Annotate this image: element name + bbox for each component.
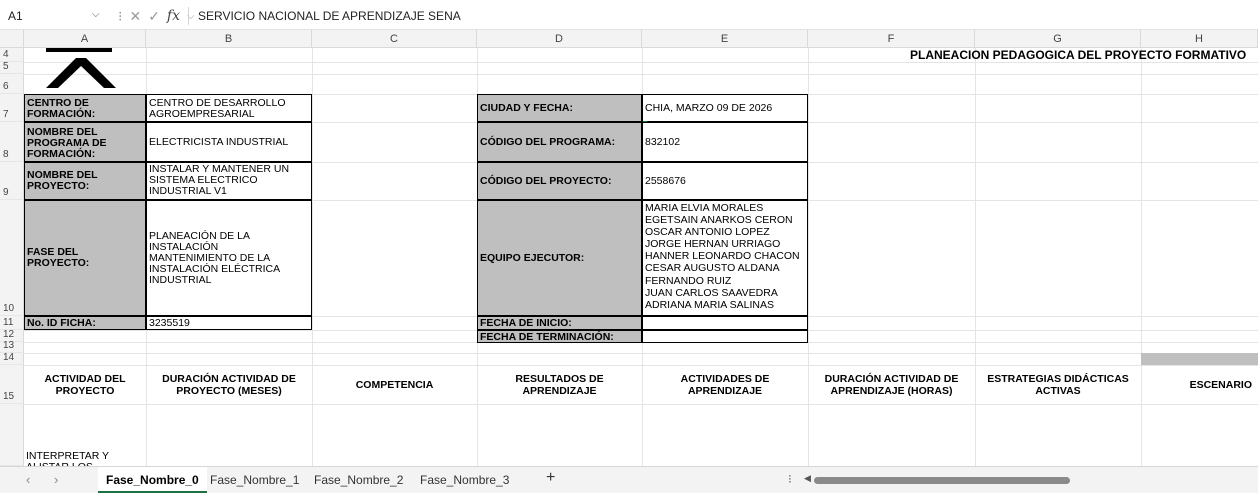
ficha-value[interactable]: 3235519 <box>146 316 312 330</box>
equipo-label[interactable]: EQUIPO EJECUTOR: <box>477 200 642 316</box>
ciudad-value[interactable]: CHIA, MARZO 09 DE 2026 <box>642 94 808 122</box>
fase-value[interactable]: PLANEACIÓN DE LA INSTALACIÓN MANTENIMIEN… <box>146 200 312 316</box>
more-icon[interactable]: ⁝ <box>118 8 122 25</box>
equipo-member: JORGE HERNAN URRIAGO <box>645 238 781 251</box>
tab-prev-icon[interactable]: ‹ <box>26 472 30 487</box>
ficha-label[interactable]: No. ID FICHA: <box>24 316 146 330</box>
programa-value[interactable]: ELECTRICISTA INDUSTRIAL <box>146 122 312 162</box>
codigo-programa-label[interactable]: CÓDIGO DEL PROGRAMA: <box>477 122 642 162</box>
logo-bar <box>46 48 112 52</box>
equipo-member: ADRIANA MARIA SALINAS <box>645 298 774 311</box>
name-box[interactable]: A1 ⌵ <box>2 6 110 26</box>
programa-label[interactable]: NOMBRE DEL PROGRAMA DE FORMACIÓN: <box>24 122 146 162</box>
horizontal-scrollbar[interactable] <box>814 477 1070 484</box>
tab-fase-nombre-0[interactable]: Fase_Nombre_0 <box>98 467 207 493</box>
row-header-15[interactable]: 15 <box>0 365 24 404</box>
row-header-14[interactable]: 14 <box>0 352 24 365</box>
table-header-actividad-proyecto[interactable]: ACTIVIDAD DEL PROYECTO <box>24 365 146 404</box>
equipo-member: OSCAR ANTONIO LOPEZ <box>645 226 770 239</box>
gridline <box>24 404 1258 405</box>
select-all-corner[interactable] <box>0 30 24 48</box>
fase-label[interactable]: FASE DEL PROYECTO: <box>24 200 146 316</box>
fecha-inicio-label[interactable]: FECHA DE INICIO: <box>477 316 642 330</box>
row-header-5[interactable]: 5 <box>0 61 24 74</box>
equipo-member: HANNER LEONARDO CHACON <box>645 250 800 263</box>
centro-label[interactable]: CENTRO DE FORMACIÓN: <box>24 94 146 122</box>
codigo-proyecto-value[interactable]: 2558676 <box>642 162 808 200</box>
table-header-actividades[interactable]: ACTIVIDADES DE APRENDIZAJE <box>642 365 808 404</box>
cancel-icon[interactable]: ✕ <box>129 8 141 25</box>
sena-logo <box>46 48 116 88</box>
fecha-inicio-value[interactable] <box>642 316 808 330</box>
row-header-7[interactable]: 7 <box>0 94 24 122</box>
function-icon[interactable]: fx <box>167 8 180 24</box>
row-header-9[interactable]: 9 <box>0 162 24 200</box>
proyecto-label[interactable]: NOMBRE DEL PROYECTO: <box>24 162 146 200</box>
shaded-cell[interactable] <box>1141 353 1258 365</box>
formula-icons: ⁝ ✕ ✓ fx ⌵ <box>118 6 195 26</box>
column-header-c[interactable]: C <box>312 30 477 48</box>
table-header-duracion-proyecto[interactable]: DURACIÓN ACTIVIDAD DE PROYECTO (MESES) <box>146 365 312 404</box>
table-header-estrategias[interactable]: ESTRATEGIAS DIDÁCTICAS ACTIVAS <box>975 365 1141 404</box>
proyecto-value[interactable]: INSTALAR Y MANTENER UN SISTEMA ELECTRICO… <box>146 162 312 200</box>
tab-next-icon[interactable]: › <box>54 472 58 487</box>
equipo-member: MARIA ELVIA MORALES <box>645 202 764 214</box>
confirm-icon[interactable]: ✓ <box>148 8 160 25</box>
column-header-f[interactable]: F <box>808 30 975 48</box>
codigo-programa-value[interactable]: 832102 <box>642 122 808 162</box>
row-header-6[interactable]: 6 <box>0 74 24 94</box>
ciudad-label[interactable]: CIUDAD Y FECHA: <box>477 94 642 122</box>
tab-fase-nombre-2[interactable]: Fase_Nombre_2 <box>306 467 411 493</box>
tab-fase-nombre-3[interactable]: Fase_Nombre_3 <box>412 467 517 493</box>
spreadsheet-grid[interactable]: A B C D E F G H 4 5 6 7 8 9 10 11 12 13 … <box>0 30 1258 466</box>
equipo-value[interactable]: MARIA ELVIA MORALES EGETSAIN ANARKOS CER… <box>642 200 808 316</box>
formula-input[interactable]: SERVICIO NACIONAL DE APRENDIZAJE SENA <box>198 9 461 23</box>
gridline <box>24 353 1258 354</box>
equipo-member: FERNANDO RUIZ <box>645 274 732 287</box>
equipo-member: EGETSAIN ANARKOS CERON <box>645 214 793 227</box>
column-header-d[interactable]: D <box>477 30 642 48</box>
gridline <box>24 74 1258 75</box>
sheet-tab-bar: ‹ › Fase_Nombre_0 Fase_Nombre_1 Fase_Nom… <box>0 466 1258 493</box>
more-icon[interactable]: ⁝ <box>788 472 792 486</box>
row-header-10[interactable]: 10 <box>0 200 24 316</box>
name-box-value: A1 <box>8 9 23 23</box>
activity-cell[interactable]: INTERPRETAR Y ALISTAR LOS INSUMOS <box>24 450 146 467</box>
table-header-escenario[interactable]: ESCENARIO <box>1141 365 1258 404</box>
logo-chevron <box>46 58 116 88</box>
row-header-4[interactable]: 4 <box>0 48 24 62</box>
fecha-terminacion-label[interactable]: FECHA DE TERMINACIÓN: <box>477 330 642 343</box>
row-header-11[interactable]: 11 <box>0 316 24 330</box>
fecha-terminacion-value[interactable] <box>642 330 808 343</box>
column-header-g[interactable]: G <box>975 30 1141 48</box>
equipo-member: CESAR AUGUSTO ALDANA <box>645 262 780 275</box>
column-header-e[interactable]: E <box>642 30 808 48</box>
centro-value[interactable]: CENTRO DE DESARROLLO AGROEMPRESARIAL <box>146 94 312 122</box>
chevron-down-icon[interactable]: ⌵ <box>92 9 100 20</box>
formula-separator <box>188 7 189 25</box>
row-header-16[interactable] <box>0 404 24 466</box>
codigo-proyecto-label[interactable]: CÓDIGO DEL PROYECTO: <box>477 162 642 200</box>
equipo-member: JUAN CARLOS SAAVEDRA <box>645 286 778 299</box>
formula-bar: A1 ⌵ ⁝ ✕ ✓ fx ⌵ SERVICIO NACIONAL DE APR… <box>0 0 1258 30</box>
column-header-h[interactable]: H <box>1141 30 1258 48</box>
add-sheet-icon[interactable]: + <box>546 469 555 487</box>
table-header-resultados[interactable]: RESULTADOS DE APRENDIZAJE <box>477 365 642 404</box>
column-header-a[interactable]: A <box>24 30 146 48</box>
tab-fase-nombre-1[interactable]: Fase_Nombre_1 <box>202 467 307 493</box>
scroll-left-icon[interactable]: ◀ <box>804 473 811 484</box>
table-header-competencia[interactable]: COMPETENCIA <box>312 365 477 404</box>
row-header-8[interactable]: 8 <box>0 122 24 162</box>
table-header-duracion-aprendizaje[interactable]: DURACIÓN ACTIVIDAD DE APRENDIZAJE (HORAS… <box>808 365 975 404</box>
page-title[interactable]: PLANEACIÓN PEDAGÓGICA DEL PROYECTO FORMA… <box>880 50 1258 64</box>
column-header-b[interactable]: B <box>146 30 312 48</box>
